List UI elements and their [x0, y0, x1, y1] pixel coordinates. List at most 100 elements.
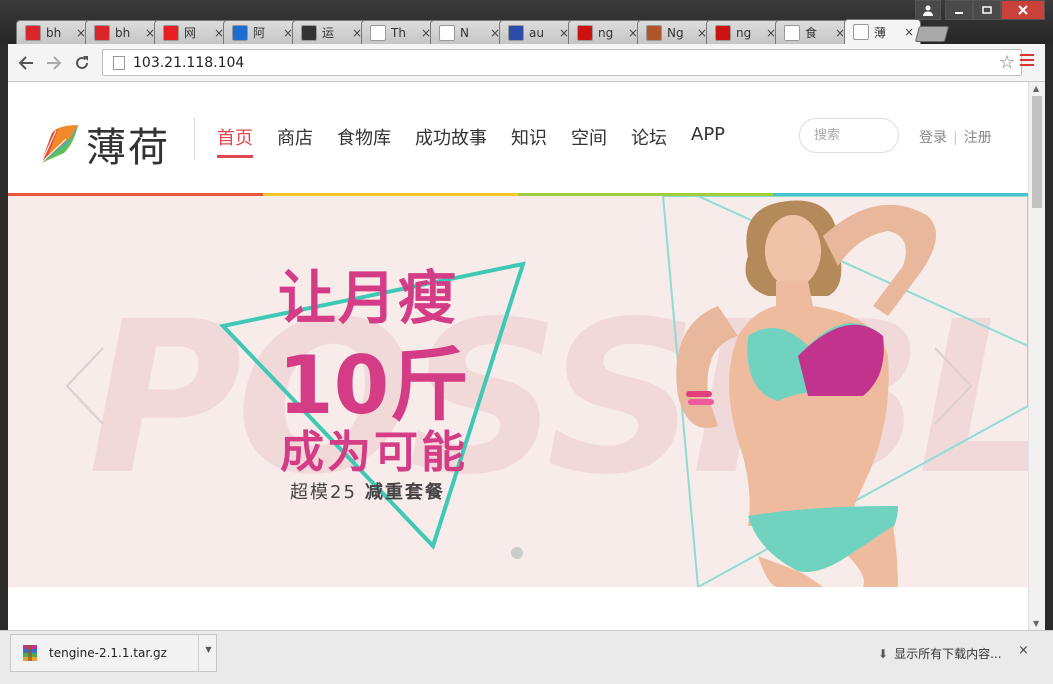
bookmark-star-icon[interactable]: ☆: [999, 52, 1015, 73]
tab-label: 运: [322, 26, 335, 40]
tab-favicon-icon: [301, 24, 317, 41]
download-options-button[interactable]: ▼: [198, 635, 218, 671]
nav-item[interactable]: 食物库: [337, 124, 391, 158]
download-bar: tengine-2.1.1.tar.gz ▼ ⬇ 显示所有下载内容... ×: [0, 630, 1053, 684]
model-photo: [676, 200, 936, 587]
browser-tab[interactable]: bh ×: [16, 20, 93, 44]
forward-button[interactable]: [42, 51, 66, 75]
archive-file-icon: [23, 645, 37, 661]
banner-subtitle-bold: 减重套餐: [364, 482, 445, 503]
logo-text: 薄荷: [86, 125, 170, 171]
profile-button[interactable]: [915, 0, 941, 20]
login-link[interactable]: 登录: [919, 130, 947, 146]
user-icon: [923, 5, 933, 16]
scrollbar-thumb[interactable]: [1032, 96, 1042, 208]
tab-favicon-icon: [232, 24, 248, 41]
browser-toolbar: 103.21.118.104 ☆: [8, 44, 1045, 82]
scroll-down-icon[interactable]: ▼: [1033, 619, 1039, 628]
browser-tab[interactable]: 运 ×: [292, 20, 369, 44]
banner-subtitle-prefix: 超模25: [290, 482, 357, 503]
browser-tab[interactable]: N ×: [430, 20, 507, 44]
tab-label: N: [460, 25, 469, 40]
carousel-indicator[interactable]: [511, 547, 523, 559]
close-download-bar-button[interactable]: ×: [1018, 643, 1029, 658]
download-file-name: tengine-2.1.1.tar.gz: [49, 646, 167, 660]
browser-tab[interactable]: 薄 ×: [844, 19, 921, 44]
mint-leaf-icon: [40, 125, 78, 164]
browser-tab[interactable]: bh ×: [85, 20, 162, 44]
tab-favicon-icon: [715, 24, 731, 41]
tab-favicon-icon: [784, 24, 800, 41]
tab-label: bh: [115, 25, 131, 40]
tab-label: 网: [184, 26, 197, 40]
tab-label: Th: [391, 25, 406, 40]
show-all-downloads-label[interactable]: 显示所有下载内容...: [894, 647, 1001, 661]
close-window-button[interactable]: [1001, 0, 1045, 20]
browser-tab[interactable]: au ×: [499, 20, 576, 44]
tab-label: ng: [736, 25, 752, 40]
page-content-area: [8, 587, 1028, 630]
tab-label: au: [529, 25, 544, 40]
tab-favicon-icon: [508, 24, 524, 41]
page-scrollbar[interactable]: ▲ ▼: [1028, 82, 1045, 630]
browser-window: bh × bh × 网 × 阿 × 运 × Th × N × au × ng × Ng × ng × 食 × 薄 × 103.21…: [0, 0, 1053, 684]
back-arrow-icon: [18, 56, 33, 70]
download-item[interactable]: tengine-2.1.1.tar.gz ▼: [10, 634, 217, 672]
tab-label: 薄: [874, 25, 887, 40]
tab-favicon-icon: [577, 24, 593, 41]
url-text[interactable]: 103.21.118.104: [133, 55, 244, 71]
hero-banner[interactable]: POSSIBLE 让月瘦 10斤 成为可能 超模25减重套餐: [8, 196, 1028, 587]
nav-item[interactable]: 商店: [277, 124, 313, 158]
page-viewport: 薄荷 首页商店食物库成功故事知识空间论坛APP 搜索 登录|注册 POSSIBL…: [8, 82, 1045, 630]
nav-item[interactable]: 首页: [217, 124, 253, 158]
back-button[interactable]: [14, 51, 38, 75]
nav-item[interactable]: APP: [691, 124, 725, 158]
browser-tab[interactable]: Ng ×: [637, 20, 714, 44]
auth-links: 登录 | 注册: [919, 130, 992, 146]
browser-tab[interactable]: 食 ×: [775, 20, 852, 44]
browser-tab[interactable]: 网 ×: [154, 20, 231, 44]
minimize-button[interactable]: [945, 0, 973, 20]
browser-tab[interactable]: 阿 ×: [223, 20, 300, 44]
tab-favicon-icon: [646, 24, 662, 41]
page-icon: [113, 55, 125, 70]
address-bar[interactable]: 103.21.118.104 ☆: [102, 49, 1022, 76]
forward-arrow-icon: [47, 56, 62, 70]
tab-label: 食: [805, 26, 818, 40]
tab-favicon-icon: [25, 24, 41, 41]
tab-label: bh: [46, 25, 62, 40]
tab-label: ng: [598, 25, 614, 40]
site-logo[interactable]: 薄荷: [38, 115, 170, 173]
download-arrow-icon: ⬇: [878, 647, 889, 661]
nav-item[interactable]: 论坛: [631, 124, 667, 158]
browser-tab[interactable]: ng ×: [706, 20, 783, 44]
tab-favicon-icon: [163, 24, 179, 41]
banner-headline-line3: 成为可能: [280, 427, 468, 478]
restore-icon: [982, 6, 992, 14]
browser-tab[interactable]: Th ×: [361, 20, 438, 44]
show-all-downloads-link[interactable]: ⬇ 显示所有下载内容...: [878, 645, 1002, 662]
menu-button[interactable]: [1020, 54, 1034, 69]
tab-favicon-icon: [439, 24, 455, 41]
tab-close-icon[interactable]: ×: [904, 25, 914, 39]
browser-tab[interactable]: ng ×: [568, 20, 645, 44]
logo-divider: [194, 117, 195, 160]
tab-favicon-icon: [94, 24, 110, 41]
tab-favicon-icon: [853, 24, 869, 40]
prev-slide-arrow-icon[interactable]: [65, 346, 105, 426]
maximize-button[interactable]: [973, 0, 1001, 20]
scroll-up-icon[interactable]: ▲: [1033, 84, 1039, 93]
tab-label: Ng: [667, 25, 684, 40]
register-link[interactable]: 注册: [964, 130, 992, 146]
main-nav: 首页 商店 食物库 成功故事 知识 空间 论坛 APP: [217, 124, 749, 158]
reload-button[interactable]: [70, 51, 94, 75]
nav-item[interactable]: 空间: [571, 124, 607, 158]
search-input[interactable]: 搜索: [799, 118, 899, 153]
banner-subtitle: 超模25 减重套餐: [290, 478, 445, 504]
tab-strip: bh × bh × 网 × 阿 × 运 × Th × N × au × ng × Ng × ng × 食 × 薄 ×: [0, 0, 1053, 44]
nav-item[interactable]: 知识: [511, 124, 547, 158]
site-header: 薄荷 首页 商店 食物库 成功故事 知识 空间 论坛 APP 搜索 登录 | 注册: [8, 82, 1028, 196]
nav-item[interactable]: 成功故事: [415, 124, 487, 158]
reload-icon: [76, 56, 88, 69]
new-tab-button[interactable]: [914, 26, 950, 42]
